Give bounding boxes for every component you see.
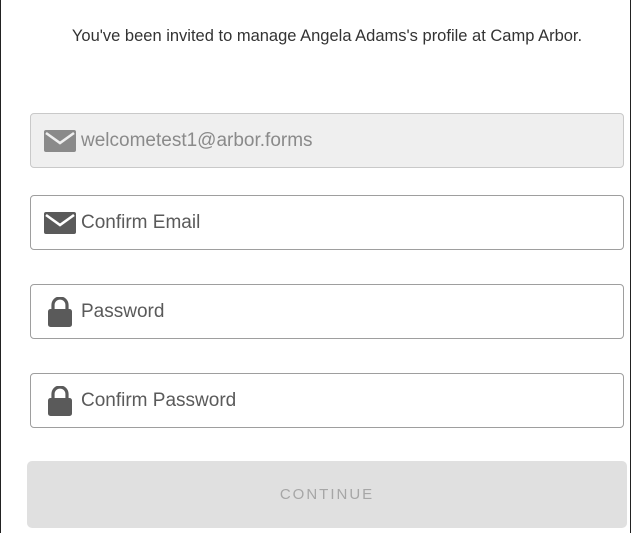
envelope-icon xyxy=(43,126,77,156)
confirm-email-field[interactable] xyxy=(30,195,624,250)
password-input[interactable] xyxy=(81,300,601,323)
lock-icon xyxy=(43,385,77,416)
password-field[interactable] xyxy=(30,284,624,339)
lock-icon xyxy=(43,296,77,327)
confirm-password-input[interactable] xyxy=(81,389,601,412)
invite-message: You've been invited to manage Angela Ada… xyxy=(71,27,583,45)
email-input xyxy=(81,129,601,152)
confirm-email-input[interactable] xyxy=(81,211,601,234)
invite-form-panel: You've been invited to manage Angela Ada… xyxy=(0,0,631,533)
envelope-icon xyxy=(43,208,77,238)
email-field xyxy=(30,113,624,168)
confirm-password-field[interactable] xyxy=(30,373,624,428)
continue-button[interactable]: CONTINUE xyxy=(27,461,627,528)
